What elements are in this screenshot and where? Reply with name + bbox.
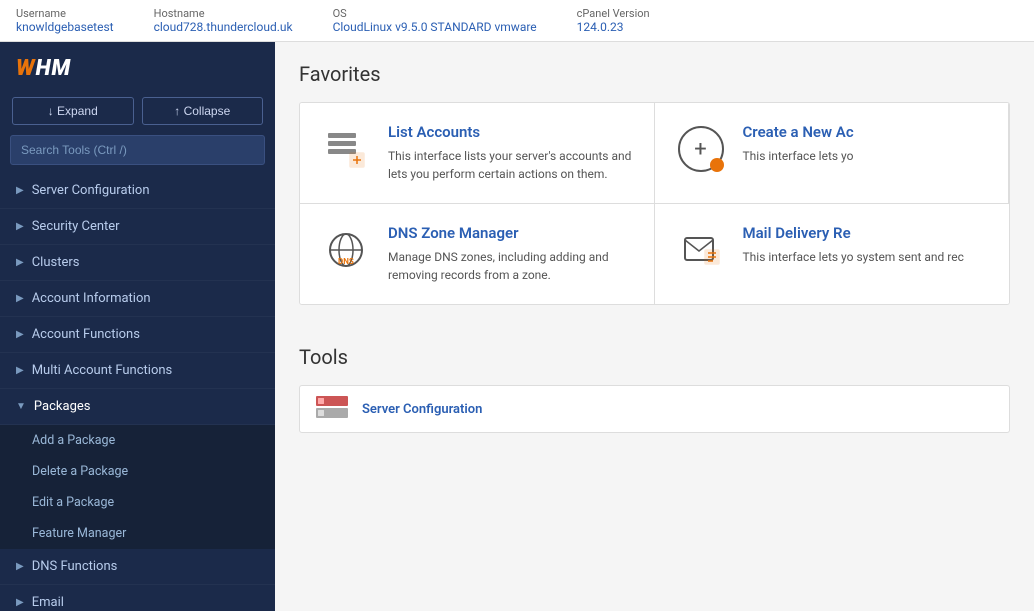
sidebar-item-packages[interactable]: ▼ Packages: [0, 389, 275, 425]
dns-zone-icon: DNS: [320, 224, 372, 276]
tools-title: Tools: [299, 345, 1010, 369]
svg-text:DNS: DNS: [338, 257, 354, 266]
sidebar-item-label: Clusters: [32, 255, 80, 270]
username-value: knowldgebasetest: [16, 20, 114, 34]
subitem-delete-package[interactable]: Delete a Package: [0, 456, 275, 487]
chevron-down-icon: ▼: [16, 401, 26, 412]
dns-zone-title: DNS Zone Manager: [388, 224, 634, 242]
chevron-right-icon: ▶: [16, 597, 24, 608]
sidebar-item-account-functions[interactable]: ▶ Account Functions: [0, 317, 275, 353]
cpanel-label: cPanel Version: [577, 7, 650, 20]
sidebar-item-server-configuration[interactable]: ▶ Server Configuration: [0, 173, 275, 209]
card-mail-delivery[interactable]: Mail Delivery Re This interface lets yo …: [655, 204, 1010, 304]
subitem-feature-manager[interactable]: Feature Manager: [0, 518, 275, 549]
chevron-right-icon: ▶: [16, 185, 24, 196]
whm-logo: WHM: [16, 56, 259, 81]
subitem-add-package[interactable]: Add a Package: [0, 425, 275, 456]
card-dns-zone-manager[interactable]: DNS DNS Zone Manager Manage DNS zones, i…: [300, 204, 655, 304]
os-value: CloudLinux v9.5.0 STANDARD vmware: [333, 20, 537, 34]
mail-delivery-desc: This interface lets yo system sent and r…: [743, 248, 964, 266]
subitem-edit-package[interactable]: Edit a Package: [0, 487, 275, 518]
tool-server-configuration[interactable]: Server Configuration: [299, 385, 1010, 433]
cpanel-value: 124.0.23: [577, 20, 650, 34]
expand-button[interactable]: ↓ Expand: [12, 97, 134, 125]
sidebar-item-label: Account Functions: [32, 327, 140, 342]
sidebar-item-label: DNS Functions: [32, 559, 118, 574]
mail-delivery-text: Mail Delivery Re This interface lets yo …: [743, 224, 964, 266]
sidebar-item-multi-account-functions[interactable]: ▶ Multi Account Functions: [0, 353, 275, 389]
list-accounts-title: List Accounts: [388, 123, 634, 141]
username-label: Username: [16, 7, 114, 20]
card-list-accounts[interactable]: List Accounts This interface lists your …: [300, 103, 655, 204]
create-account-text: Create a New Ac This interface lets yo: [743, 123, 854, 165]
chevron-right-icon: ▶: [16, 293, 24, 304]
list-accounts-text: List Accounts This interface lists your …: [388, 123, 634, 183]
sidebar-logo: WHM: [0, 42, 275, 91]
list-accounts-icon: [320, 123, 372, 175]
chevron-right-icon: ▶: [16, 365, 24, 376]
sidebar-item-dns-functions[interactable]: ▶ DNS Functions: [0, 549, 275, 585]
card-create-account[interactable]: + Create a New Ac This interface lets yo: [655, 103, 1010, 204]
top-bar: Username knowldgebasetest Hostname cloud…: [0, 0, 1034, 42]
sidebar-item-security-center[interactable]: ▶ Security Center: [0, 209, 275, 245]
server-configuration-tool-label: Server Configuration: [362, 402, 482, 417]
sidebar-item-email[interactable]: ▶ Email: [0, 585, 275, 611]
mail-delivery-title: Mail Delivery Re: [743, 224, 964, 242]
sidebar-item-label: Security Center: [32, 219, 120, 234]
sidebar-item-label: Multi Account Functions: [32, 363, 173, 378]
sidebar-item-clusters[interactable]: ▶ Clusters: [0, 245, 275, 281]
chevron-right-icon: ▶: [16, 329, 24, 340]
search-box: [10, 135, 265, 165]
sidebar-item-label: Account Information: [32, 291, 151, 306]
hostname-label: Hostname: [154, 7, 293, 20]
sidebar-item-account-information[interactable]: ▶ Account Information: [0, 281, 275, 317]
main-layout: WHM ↓ Expand ↑ Collapse ▶ Server Configu…: [0, 42, 1034, 611]
sidebar-item-label: Server Configuration: [32, 183, 150, 198]
os-info: OS CloudLinux v9.5.0 STANDARD vmware: [333, 7, 537, 34]
sidebar: WHM ↓ Expand ↑ Collapse ▶ Server Configu…: [0, 42, 275, 611]
mail-delivery-icon: [675, 224, 727, 276]
search-input[interactable]: [10, 135, 265, 165]
create-account-icon: +: [675, 123, 727, 175]
favorites-title: Favorites: [299, 62, 1010, 86]
sidebar-item-label: Packages: [34, 399, 91, 414]
hostname-value: cloud728.thundercloud.uk: [154, 20, 293, 34]
hostname-info: Hostname cloud728.thundercloud.uk: [154, 7, 293, 34]
dns-zone-desc: Manage DNS zones, including adding and r…: [388, 248, 634, 284]
collapse-button[interactable]: ↑ Collapse: [142, 97, 264, 125]
sidebar-buttons: ↓ Expand ↑ Collapse: [0, 91, 275, 135]
sidebar-item-label: Email: [32, 595, 64, 610]
server-config-tool-icon: [316, 396, 348, 422]
content-area: Favorites Li: [275, 42, 1034, 611]
tools-section: Tools Server Configuration: [275, 325, 1034, 453]
create-account-title: Create a New Ac: [743, 123, 854, 141]
list-accounts-desc: This interface lists your server's accou…: [388, 147, 634, 183]
create-account-desc: This interface lets yo: [743, 147, 854, 165]
chevron-right-icon: ▶: [16, 561, 24, 572]
cpanel-info: cPanel Version 124.0.23: [577, 7, 650, 34]
chevron-right-icon: ▶: [16, 221, 24, 232]
dns-zone-text: DNS Zone Manager Manage DNS zones, inclu…: [388, 224, 634, 284]
os-label: OS: [333, 7, 537, 20]
username-info: Username knowldgebasetest: [16, 7, 114, 34]
chevron-right-icon: ▶: [16, 257, 24, 268]
favorites-section: Favorites Li: [275, 42, 1034, 325]
packages-submenu: Add a Package Delete a Package Edit a Pa…: [0, 425, 275, 549]
